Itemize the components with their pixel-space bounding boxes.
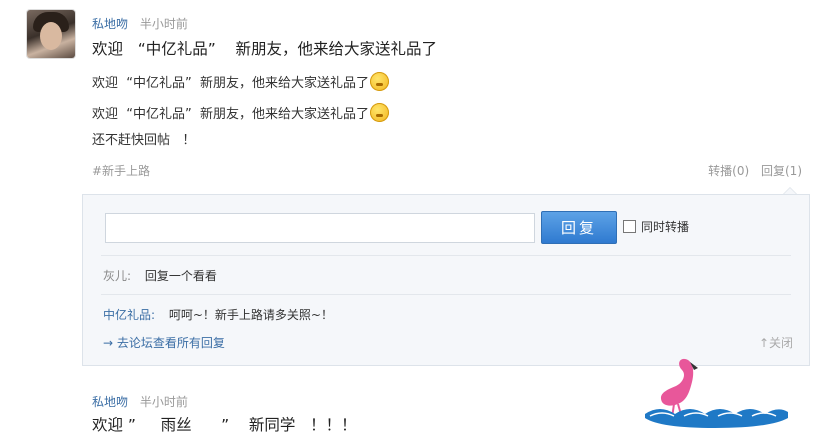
user-avatar[interactable] bbox=[27, 10, 75, 58]
divider bbox=[101, 294, 791, 295]
reply-author[interactable]: 中亿礼品: bbox=[103, 308, 155, 322]
post-meta: 私地吻 半小时前 bbox=[92, 15, 188, 32]
topic-tag[interactable]: #新手上路 bbox=[92, 162, 150, 179]
repost-link[interactable]: 转播(0) bbox=[708, 164, 749, 178]
post-author[interactable]: 私地吻 bbox=[92, 395, 128, 409]
reply-text: 回复一个看看 bbox=[144, 269, 217, 283]
sync-repost-option[interactable]: 同时转播 bbox=[623, 218, 689, 235]
post-time: 半小时前 bbox=[139, 17, 188, 31]
post-author[interactable]: 私地吻 bbox=[92, 17, 128, 31]
reply-item: 灰儿: 回复一个看看 bbox=[103, 267, 217, 284]
post-line-2: 欢迎 “中亿礼品” 新朋友，他来给大家送礼品了 bbox=[92, 103, 389, 122]
reply-panel: 回复 同时转播 灰儿: 回复一个看看 中亿礼品: 呵呵~！新手上路请多关照~！ … bbox=[82, 194, 810, 366]
post-meta: 私地吻 半小时前 bbox=[92, 393, 188, 410]
sync-label: 同时转播 bbox=[641, 220, 690, 234]
post-headline: 欢迎 ” 雨丝 ” 新同学 ！！！ bbox=[92, 416, 357, 434]
divider bbox=[101, 255, 791, 256]
post-line-3: 还不赶快回帖 ！ bbox=[92, 133, 196, 148]
view-all-replies-link[interactable]: → 去论坛查看所有回复 bbox=[103, 334, 225, 351]
flamingo-logo-icon bbox=[645, 358, 788, 428]
post-line-text: 欢迎 “中亿礼品” 新朋友，他来给大家送礼品了 bbox=[92, 76, 369, 91]
sync-checkbox[interactable] bbox=[623, 220, 636, 233]
post-time: 半小时前 bbox=[139, 395, 188, 409]
smiley-emoji-icon bbox=[370, 103, 389, 122]
panel-caret bbox=[783, 187, 797, 194]
smiley-emoji-icon bbox=[370, 72, 389, 91]
reply-text: 呵呵~！新手上路请多关照~！ bbox=[168, 308, 333, 322]
post-line-1: 欢迎 “中亿礼品” 新朋友，他来给大家送礼品了 bbox=[92, 72, 389, 91]
reply-author[interactable]: 灰儿: bbox=[103, 269, 131, 283]
reply-item: 中亿礼品: 呵呵~！新手上路请多关照~！ bbox=[103, 306, 333, 323]
reply-submit-button[interactable]: 回复 bbox=[541, 211, 617, 244]
post-actions: 转播(0) 回复(1) bbox=[700, 162, 802, 179]
reply-input[interactable] bbox=[105, 213, 535, 243]
close-panel-link[interactable]: ↑关闭 bbox=[759, 334, 793, 351]
reply-link[interactable]: 回复(1) bbox=[761, 164, 802, 178]
post-line-text: 欢迎 “中亿礼品” 新朋友，他来给大家送礼品了 bbox=[92, 107, 369, 122]
post-headline: 欢迎 “中亿礼品” 新朋友，他来给大家送礼品了 bbox=[92, 40, 438, 58]
